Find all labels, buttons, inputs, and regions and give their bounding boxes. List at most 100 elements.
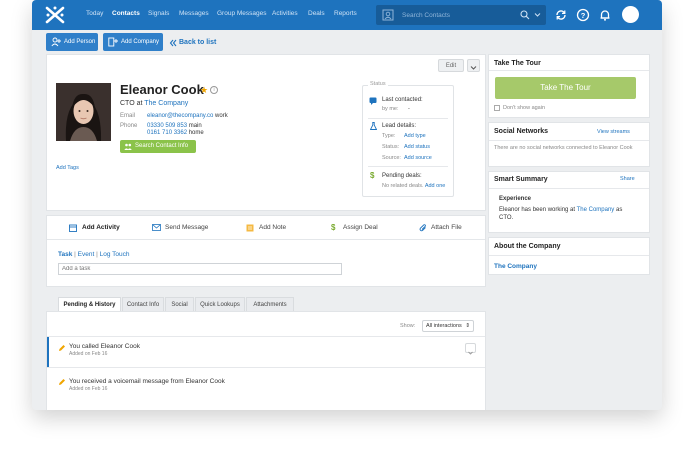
paperclip-icon — [419, 224, 426, 232]
experience-label: Experience — [499, 196, 532, 202]
history-card — [46, 311, 486, 410]
search-contact-info-button[interactable]: Search Contact Info — [120, 140, 196, 153]
nav-messages[interactable]: Messages — [179, 10, 209, 17]
add-source-link[interactable]: Add source — [404, 155, 432, 161]
share-link[interactable]: Share — [620, 176, 635, 182]
add-status-link[interactable]: Add status — [404, 144, 430, 150]
subtab-event[interactable]: Event — [78, 251, 95, 258]
experience-company-link[interactable]: The Company — [577, 207, 615, 213]
status-title: Status — [368, 81, 388, 87]
nav-reports[interactable]: Reports — [334, 10, 357, 17]
nav-signals[interactable]: Signals — [148, 10, 169, 17]
history-item-date: Added on Feb 16 — [69, 386, 108, 392]
view-streams-link[interactable]: View streams — [597, 129, 630, 135]
search-icon[interactable] — [520, 10, 530, 20]
experience-text-1: Eleanor has been working at — [499, 207, 576, 213]
phone-main-link[interactable]: 03330 509 853 — [147, 123, 187, 129]
about-company-link[interactable]: The Company — [494, 263, 537, 270]
pending-deals-label: Pending deals: — [382, 173, 422, 179]
info-icon[interactable]: i — [210, 86, 218, 94]
bell-icon[interactable] — [598, 8, 612, 22]
search-box — [376, 5, 546, 25]
contact-photo — [56, 83, 111, 141]
calendar-icon — [69, 224, 77, 232]
history-item-text: You called Eleanor Cook — [69, 343, 140, 350]
status-divider-2 — [368, 166, 448, 167]
company-link[interactable]: The Company — [144, 100, 188, 107]
send-message-label: Send Message — [165, 224, 209, 231]
tab-attachments[interactable]: Attachments — [246, 297, 294, 312]
take-the-tour-button[interactable]: Take The Tour — [495, 77, 636, 99]
add-tags-link[interactable]: Add Tags — [56, 165, 79, 171]
nav-today[interactable]: Today — [86, 10, 103, 17]
history-item-date: Added on Feb 16 — [69, 351, 108, 357]
app-logo-icon[interactable] — [44, 5, 66, 25]
add-person-icon — [51, 37, 61, 47]
email-type: work — [215, 113, 228, 119]
nav-contacts[interactable]: Contacts — [112, 10, 140, 17]
email-link[interactable]: eleanor@thecompany.co — [147, 113, 213, 119]
edit-button[interactable]: Edit — [438, 59, 464, 72]
experience-text: Eleanor has been working at The Company … — [499, 206, 633, 222]
note-icon — [246, 224, 254, 232]
source-label: Source: — [382, 155, 401, 161]
chevron-down-icon[interactable] — [534, 12, 541, 18]
envelope-icon — [152, 224, 161, 231]
user-avatar[interactable] — [622, 6, 639, 23]
last-contacted-label: Last contacted: — [382, 97, 423, 103]
title-prefix: CTO at — [120, 100, 143, 107]
add-company-button[interactable]: Add Company — [103, 33, 163, 51]
history-active-marker — [47, 337, 49, 367]
nav-activities[interactable]: Activities — [272, 10, 298, 17]
app-window: Today Contacts Signals Messages Group Me… — [32, 0, 662, 410]
nav-deals[interactable]: Deals — [308, 10, 325, 17]
add-deal-link[interactable]: Add one — [425, 183, 446, 189]
show-filter-value: All interactions — [426, 323, 462, 329]
history-divider-2 — [47, 367, 485, 368]
type-label: Type: — [382, 133, 396, 139]
dollar-icon: $ — [331, 223, 336, 232]
phone-home-row: 0161 710 3362 home — [147, 130, 204, 136]
subtab-log-touch[interactable]: Log Touch — [100, 251, 130, 258]
by-me-label: by me: — [382, 106, 399, 112]
add-type-link[interactable]: Add type — [404, 133, 426, 139]
chat-icon — [369, 97, 377, 105]
nav-group-messages[interactable]: Group Messages — [217, 10, 267, 17]
show-filter-select[interactable]: All interactions ⇕ — [422, 320, 474, 332]
tab-social[interactable]: Social — [165, 297, 194, 312]
tab-contact-info[interactable]: Contact Info — [122, 297, 164, 312]
social-title: Social Networks — [494, 128, 549, 135]
tab-pending-history[interactable]: Pending & History — [58, 297, 121, 312]
task-input[interactable] — [58, 263, 342, 275]
edit-menu-button[interactable] — [467, 59, 480, 72]
social-empty-text: There are no social networks connected t… — [494, 145, 633, 151]
star-icon[interactable]: ★ — [200, 85, 208, 96]
search-contact-info-label: Search Contact Info — [135, 143, 189, 149]
phone-home-link[interactable]: 0161 710 3362 — [147, 130, 187, 136]
contact-card-icon[interactable] — [382, 9, 394, 21]
history-divider — [47, 336, 485, 337]
history-item-menu-button[interactable] — [465, 343, 476, 355]
double-chevron-left-icon[interactable] — [169, 39, 177, 47]
tour-title: Take The Tour — [494, 60, 541, 67]
subtab-task[interactable]: Task — [58, 251, 72, 258]
sync-icon[interactable] — [554, 8, 568, 22]
back-to-list-link[interactable]: Back to list — [179, 39, 216, 46]
add-person-label: Add Person — [64, 39, 96, 45]
add-company-icon — [108, 37, 118, 47]
add-company-label: Add Company — [121, 39, 160, 45]
email-row: eleanor@thecompany.co work — [147, 113, 228, 119]
search-input[interactable] — [402, 9, 512, 21]
contact-title: CTO at The Company — [120, 100, 188, 107]
dont-show-checkbox[interactable] — [494, 105, 500, 111]
action-tabs-divider — [47, 239, 485, 240]
smart-divider — [489, 188, 649, 189]
help-icon[interactable]: ? — [576, 8, 590, 22]
about-divider — [489, 255, 649, 256]
chevron-down-icon — [468, 351, 473, 355]
tab-quick-lookups[interactable]: Quick Lookups — [195, 297, 245, 312]
add-person-button[interactable]: Add Person — [46, 33, 98, 51]
phone-main-row: 03330 509 853 main — [147, 123, 202, 129]
pencil-icon — [59, 345, 65, 351]
dollar-icon: $ — [370, 171, 375, 180]
